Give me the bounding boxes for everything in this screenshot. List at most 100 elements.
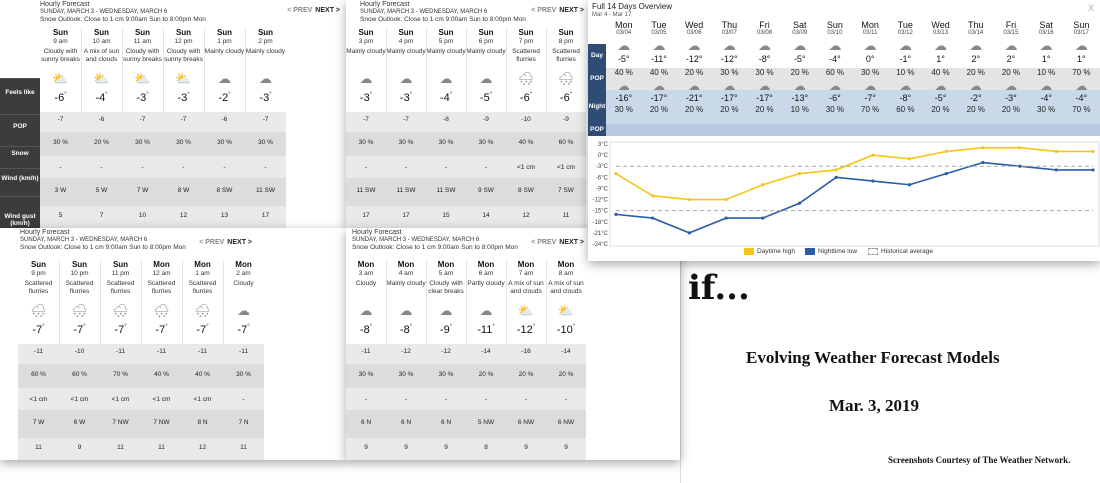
hour-feels: -11 <box>239 348 248 355</box>
hour-day: Sun <box>71 260 88 269</box>
night-weather-icon: ☁ <box>1040 79 1053 93</box>
hour-day: Sun <box>257 28 274 37</box>
day-column[interactable]: Sun 03/17 ☁ 1° 70 % ☁ -4° 70 % <box>1064 20 1100 138</box>
day-column[interactable]: Wed 03/13 ☁ 1° 40 % ☁ -5° 20 % <box>923 20 959 138</box>
day-column[interactable]: Thu 03/14 ☁ 2° 20 % ☁ -2° 20 % <box>958 20 994 138</box>
hour-column[interactable]: Mon 6 am Partly cloudy ☁ -11° -14 20 % - 5 NW 8 <box>466 260 506 460</box>
hour-column[interactable]: Sun 11 pm Scattered flurries 🌨 -7° -11 70 % <1 … <box>100 260 141 460</box>
day-pop: 60 % <box>825 68 845 77</box>
hour-column[interactable]: Mon 7 am A mix of sun and clouds ⛅ -12° -16 20… <box>506 260 546 460</box>
next-button[interactable]: NEXT > <box>559 7 584 14</box>
prev-button[interactable]: < PREV <box>199 239 224 246</box>
hour-column[interactable]: Sun 9 am Cloudy with sunny breaks ⛅ -6° -7 30 … <box>40 28 81 228</box>
day-column[interactable]: Tue 03/12 ☁ -1° 10 % ☁ -8° 60 % <box>888 20 924 138</box>
day-column[interactable]: Mon 03/11 ☁ 0° 30 % ☁ -7° 70 % <box>852 20 888 138</box>
day-column[interactable]: Fri 03/08 ☁ -8° 30 % ☁ -17° 20 % <box>747 20 783 138</box>
temperature-value: -11 <box>477 324 493 336</box>
hour-day: Mon <box>153 260 170 269</box>
hour-column[interactable]: Sun 2 pm Mainly cloudy ☁ -3° -7 30 % - 11 SW 17 <box>245 28 286 228</box>
slide-credit: Screenshots Courtesy of The Weather Netw… <box>888 455 1071 465</box>
hour-column[interactable]: Mon 1 am Scattered flurries 🌨 -7° -11 40 % <1 c… <box>182 260 223 460</box>
day-column[interactable]: Tue 03/05 ☁ -11° 40 % ☁ -17° 20 % <box>641 20 677 138</box>
hour-column[interactable]: Sun 7 pm Scattered flurries 🌨 -6° -10 40 % <1 c… <box>506 28 546 228</box>
day-temperature: -5° <box>606 54 642 64</box>
day-column[interactable]: Fri 03/15 ☁ 2° 20 % ☁ -3° 20 % <box>993 20 1029 138</box>
hour-time: 6 am <box>478 270 494 277</box>
day-pop: 40 % <box>614 68 633 77</box>
night-weather-icon: ☁ <box>899 79 912 93</box>
hour-column[interactable]: Sun 3 pm Mainly cloudy ☁ -3° -7 30 % - 11 SW 17 <box>346 28 386 228</box>
hour-column[interactable]: Sun 4 pm Mainly cloudy ☁ -3° -7 30 % - 11 SW 17 <box>386 28 426 228</box>
legend-label: Nighttime low <box>818 248 858 256</box>
degree-symbol: ° <box>146 92 149 98</box>
cloud-icon: ☁ <box>259 71 272 86</box>
day-column[interactable]: Mon 03/04 ☁ -5° 40 % ☁ -16° 30 % <box>606 20 642 138</box>
hour-column[interactable]: Sun 11 am Cloudy with sunny breaks ⛅ -3° -7 30… <box>122 28 163 228</box>
slide-title: Evolving Weather Forecast Models <box>746 348 1000 367</box>
temperature: -5° <box>466 92 506 110</box>
hour-column[interactable]: Mon 2 am Cloudy ☁ -7° -11 30 % - 7 N 11 <box>223 260 264 460</box>
night-temperature: -17° <box>641 93 677 103</box>
hour-snow: <1 cm <box>29 396 48 403</box>
day-temperature: -12° <box>712 54 748 64</box>
legend-nighttime: Nighttime low <box>805 248 857 255</box>
hour-column[interactable]: Mon 12 am Scattered flurries 🌨 -7° -11 40 % <1 … <box>141 260 182 460</box>
snow-outlook: Snow Outlook: Close to 1 cm 9:00am Sun t… <box>40 16 206 23</box>
daytime-point <box>761 183 765 187</box>
nighttime-point <box>834 175 838 179</box>
hourly-panel-3: Hourly Forecast SUNDAY, MARCH 3 - WEDNESD… <box>0 228 346 460</box>
hour-gust: 17 <box>402 212 410 219</box>
hour-wind: 11 SW <box>255 187 276 194</box>
hour-column[interactable]: Sun 1 pm Mainly cloudy ☁ -2° -6 30 % - 8 SW 13 <box>204 28 245 228</box>
day-temp-value: -12 <box>685 54 699 64</box>
hour-column[interactable]: Sun 10 pm Scattered flurries 🌨 -7° -10 60 % <1 … <box>59 260 100 460</box>
next-button[interactable]: NEXT > <box>315 7 340 14</box>
hour-column[interactable]: Sun 5 pm Mainly cloudy ☁ -4° -8 30 % - 11 SW 15 <box>426 28 466 228</box>
prev-button[interactable]: < PREV <box>531 7 556 14</box>
temperature: -7° <box>18 324 59 342</box>
sun-cloud-icon: ⛅ <box>52 71 69 86</box>
day-date: 03/06 <box>686 30 702 36</box>
hourly-dates: SUNDAY, MARCH 3 - WEDNESDAY, MARCH 6 <box>40 9 168 15</box>
night-pop: 20 % <box>720 105 739 114</box>
hour-column[interactable]: Mon 5 am Cloudy with clear breaks ☁ -9° -12 30… <box>426 260 466 460</box>
day-column[interactable]: Sun 03/10 ☁ -4° 60 % ☁ -6° 30 % <box>817 20 853 138</box>
hour-wind: 8 SW <box>518 187 534 194</box>
prev-button[interactable]: < PREV <box>287 7 312 14</box>
hourly-grid: Mon 3 am Cloudy ☁ -8° -11 30 % -6 N 9 Mon 4 am Main… <box>346 260 586 460</box>
hour-column[interactable]: Sun 12 pm Cloudy with sunny breaks ⛅ -3° -7 30… <box>163 28 204 228</box>
hour-column[interactable]: Sun 6 pm Mainly cloudy ☁ -5° -9 30 % - 9 SW 14 <box>466 28 506 228</box>
temperature-value: -7 <box>73 324 84 336</box>
day-column[interactable]: Sat 03/16 ☁ 1° 10 % ☁ -4° 30 % <box>1028 20 1064 138</box>
hour-column[interactable]: Sun 9 pm Scattered flurries 🌨 -7° -11 60 % <1 c… <box>18 260 59 460</box>
temperature: -3° <box>122 92 163 110</box>
degree-symbol: ° <box>165 324 168 330</box>
hour-cond: Cloudy <box>355 280 377 287</box>
next-button[interactable]: NEXT > <box>227 239 252 246</box>
pager: < PREV NEXT > <box>199 239 252 246</box>
close-button[interactable]: X <box>1088 3 1094 13</box>
hour-column[interactable]: Sun 8 pm Scattered flurries 🌨 -6° -9 60 % <1 cm… <box>546 28 586 228</box>
temperature-value: -3 <box>136 92 147 104</box>
hour-pop: 20 % <box>478 371 494 378</box>
hour-column[interactable]: Mon 3 am Cloudy ☁ -8° -11 30 % - 6 N 9 <box>346 260 386 460</box>
temperature-value: -5 <box>479 92 490 104</box>
night-temp-value: -2 <box>969 93 978 103</box>
hour-cond: Scattered flurries <box>147 280 176 295</box>
hour-time: 8 am <box>558 270 574 277</box>
night-weather-icon: ☁ <box>934 79 947 93</box>
prev-button[interactable]: < PREV <box>531 239 556 246</box>
hour-column[interactable]: Mon 4 am Mainly cloudy ☁ -8° -12 30 % - 6 N 9 <box>386 260 426 460</box>
hour-column[interactable]: Mon 8 am A mix of sun and clouds ⛅ -10° -14 20… <box>546 260 586 460</box>
hour-column[interactable]: Sun 10 am A mix of sun and clouds ⛅ -4° -6 20 … <box>81 28 122 228</box>
degree-symbol: ° <box>663 54 667 64</box>
day-column[interactable]: Wed 03/06 ☁ -12° 20 % ☁ -21° 20 % <box>676 20 712 138</box>
temperature: -3° <box>163 92 204 110</box>
next-button[interactable]: NEXT > <box>559 239 584 246</box>
day-column[interactable]: Thu 03/07 ☁ -12° 30 % ☁ -17° 20 % <box>712 20 748 138</box>
day-column[interactable]: Sat 03/09 ☁ -5° 20 % ☁ -13° 10 % <box>782 20 818 138</box>
hour-feels: -10 <box>521 116 531 123</box>
divider <box>680 260 681 483</box>
day-pop: 20 % <box>790 68 809 77</box>
day-pop: 20 % <box>1001 68 1021 77</box>
